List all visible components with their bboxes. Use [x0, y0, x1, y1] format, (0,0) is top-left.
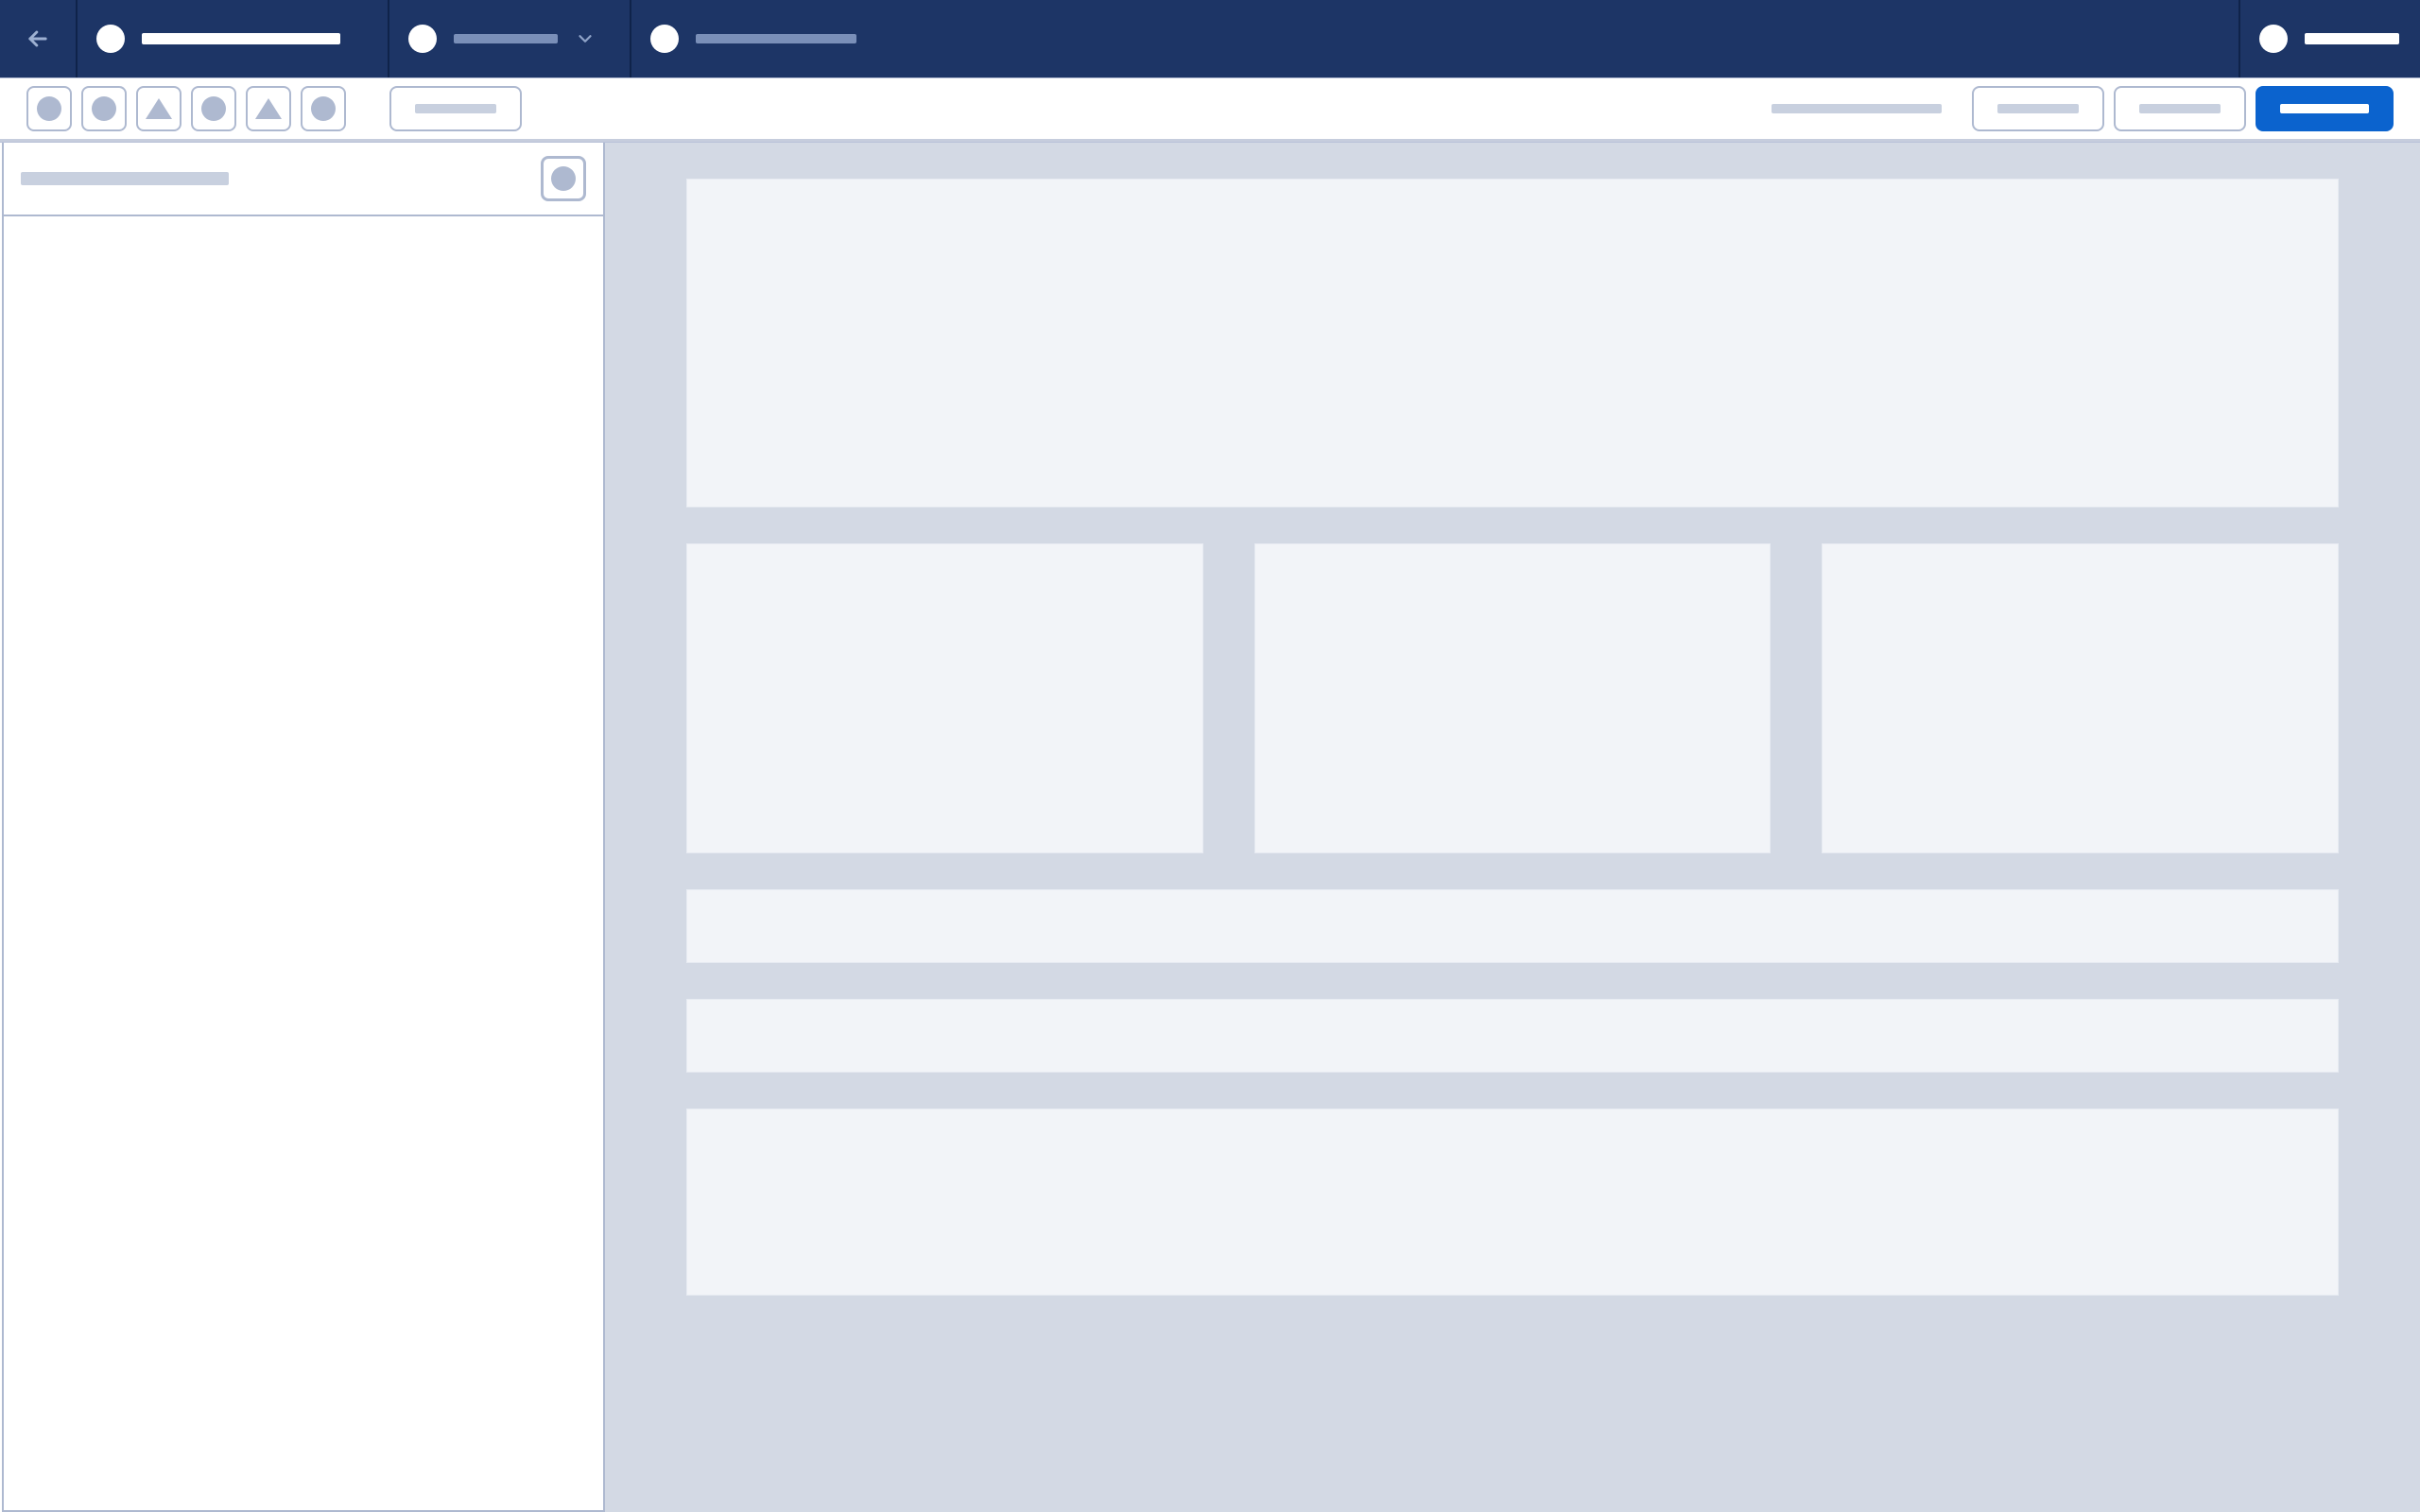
tool-button-1[interactable]: [26, 86, 72, 131]
triangle-icon: [255, 98, 282, 119]
workspace: Components Add Hero block Card 1 Card 2 …: [0, 142, 2420, 1512]
avatar: [2259, 25, 2288, 53]
canvas-row-cards: Card 1 Card 2 Card 3: [686, 543, 2339, 853]
canvas-block-row-a[interactable]: Section row A: [686, 889, 2339, 963]
editor-toolbar: Options Unsaved changes Preview Discard …: [0, 77, 2420, 142]
sidebar-header: Components Add: [4, 143, 603, 216]
segment-1-icon: [96, 25, 125, 53]
canvas-block-row-a-label: Section row A: [687, 890, 688, 891]
canvas-block-wide-label: Footer block: [687, 1109, 688, 1110]
segment-3-label-placeholder: [696, 34, 856, 43]
sidebar-body[interactable]: [4, 216, 603, 1510]
tool-button-6[interactable]: [301, 86, 346, 131]
secondary-button-1[interactable]: Preview: [1972, 86, 2104, 131]
primary-button[interactable]: Publish: [2256, 86, 2394, 131]
toolbar-dropdown-label-placeholder: [415, 104, 496, 113]
primary-button-label-placeholder: [2280, 104, 2369, 113]
canvas-block-card-3-label: Card 3: [1823, 544, 1824, 545]
segment-2-icon: [408, 25, 437, 53]
segment-1-label-placeholder: [142, 33, 340, 44]
segment-3-icon: [650, 25, 679, 53]
secondary-button-1-label-placeholder: [1997, 104, 2079, 113]
segment-2-label-placeholder: [454, 34, 558, 43]
canvas-block-card-2-label: Card 2: [1255, 544, 1256, 545]
tool-button-3[interactable]: [136, 86, 182, 131]
toolbar-dropdown[interactable]: Options: [389, 86, 522, 131]
canvas-block-hero[interactable]: Hero block: [686, 179, 2339, 507]
sidebar-title-placeholder: [21, 172, 229, 185]
chevron-down-icon: [575, 28, 596, 49]
breadcrumb-segment-1[interactable]: Workspace Name: [78, 0, 389, 77]
canvas-block-card-1[interactable]: Card 1: [686, 543, 1203, 853]
plus-icon: [551, 166, 576, 191]
breadcrumb-segment-2[interactable]: Project: [389, 0, 631, 77]
canvas-block-row-b-label: Section row B: [687, 1000, 688, 1001]
circle-icon: [92, 96, 116, 121]
circle-icon: [201, 96, 226, 121]
canvas-block-card-3[interactable]: Card 3: [1822, 543, 2339, 853]
canvas-block-wide[interactable]: Footer block: [686, 1108, 2339, 1296]
triangle-icon: [146, 98, 172, 119]
circle-icon: [311, 96, 336, 121]
canvas-block-row-b[interactable]: Section row B: [686, 999, 2339, 1073]
tool-button-2[interactable]: [81, 86, 127, 131]
secondary-button-2-label-placeholder: [2139, 104, 2221, 113]
canvas[interactable]: Hero block Card 1 Card 2 Card 3 Section …: [605, 143, 2420, 1512]
tool-button-5[interactable]: [246, 86, 291, 131]
breadcrumb-segment-3[interactable]: Editor View: [631, 0, 1010, 77]
secondary-button-2[interactable]: Discard: [2114, 86, 2246, 131]
canvas-block-card-1-label: Card 1: [687, 544, 688, 545]
top-navbar: Back Workspace Name Project Editor View …: [0, 0, 2420, 77]
account-menu[interactable]: Account: [2238, 0, 2420, 77]
sidebar-add-button[interactable]: Add: [541, 156, 586, 201]
account-label-placeholder: [2305, 33, 2399, 44]
back-button[interactable]: Back: [0, 0, 78, 77]
circle-icon: [37, 96, 61, 121]
canvas-block-card-2[interactable]: Card 2: [1254, 543, 1772, 853]
toolbar-status-placeholder: [1772, 104, 1942, 113]
arrow-left-icon: [25, 26, 51, 52]
tool-button-4[interactable]: [191, 86, 236, 131]
sidebar: Components Add: [2, 143, 605, 1512]
